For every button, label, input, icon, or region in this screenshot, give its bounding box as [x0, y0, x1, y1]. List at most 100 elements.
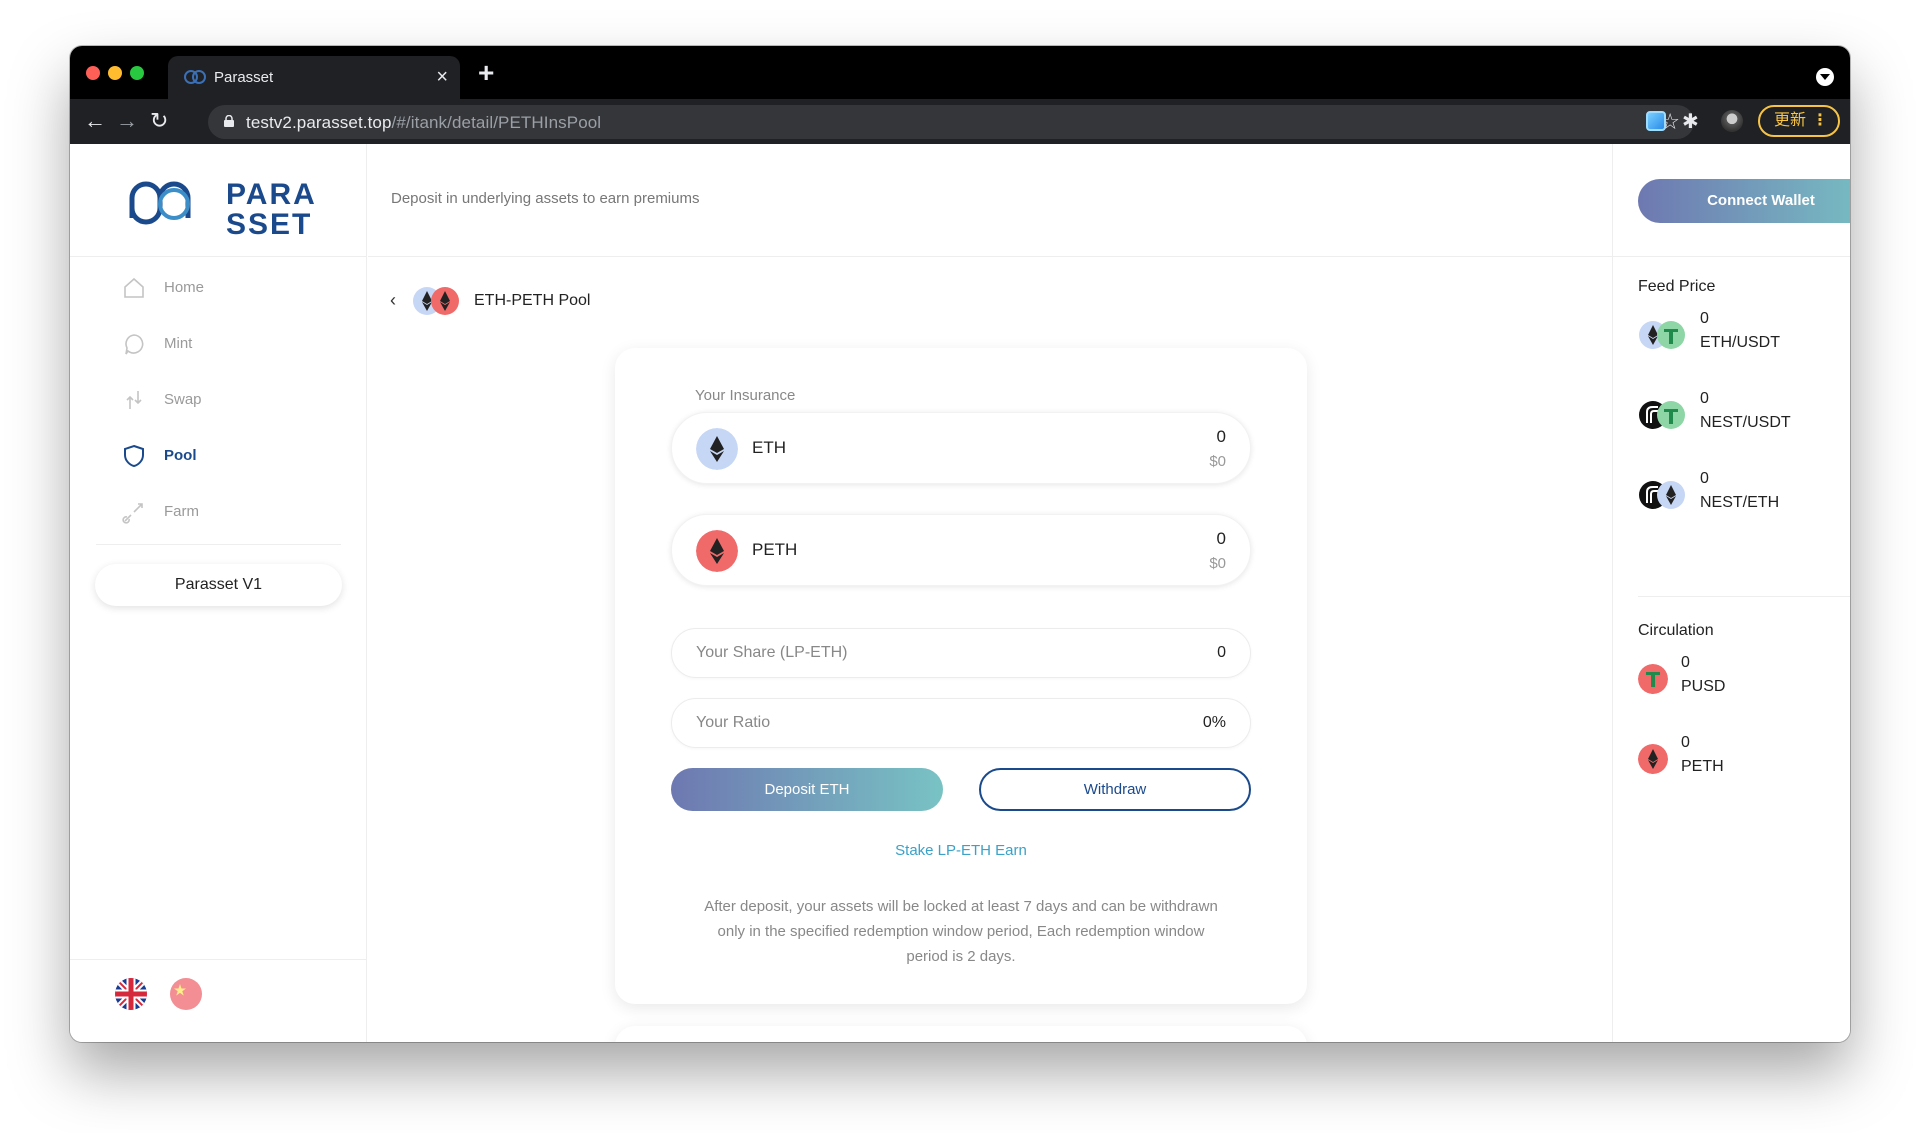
feed-pair: NEST/ETH — [1700, 494, 1780, 511]
shield-icon — [124, 444, 144, 468]
feed-value: 0 — [1700, 310, 1709, 327]
divider — [70, 256, 367, 257]
sidebar-item-farm[interactable]: Farm — [122, 498, 342, 528]
ratio-value: 0% — [1202, 714, 1226, 731]
new-tab-button[interactable]: + — [478, 58, 494, 88]
tab-strip: Parasset × + — [70, 46, 1850, 99]
circulation-item: 0 PETH — [1638, 734, 1838, 784]
svg-text:SSET: SSET — [226, 208, 312, 236]
divider — [368, 256, 1612, 257]
ratio-label: Your Ratio — [696, 714, 771, 731]
sidebar-item-pool[interactable]: Pool — [122, 442, 342, 472]
asset-value: 0 — [1216, 529, 1226, 548]
browser-toolbar: ← → ↻ testv2.parasset.top/#/itank/detail… — [70, 99, 1850, 144]
reload-icon[interactable]: ↻ — [150, 108, 168, 134]
address-bar[interactable]: testv2.parasset.top/#/itank/detail/PETHI… — [208, 105, 1694, 139]
share-row: Your Share (LP-ETH) 0 — [671, 628, 1251, 678]
tab-title: Parasset — [214, 69, 274, 86]
close-window-button[interactable] — [86, 66, 100, 80]
minimize-window-button[interactable] — [108, 66, 122, 80]
parasset-v1-button[interactable]: Parasset V1 — [95, 564, 342, 606]
pool-breadcrumb: ‹ ETH-PETH Pool — [390, 284, 650, 318]
asset-row-eth: ETH 0 $0 — [671, 412, 1251, 484]
feed-pair: ETH/USDT — [1700, 334, 1780, 351]
circulation-name: PUSD — [1681, 678, 1726, 695]
feed-value: 0 — [1700, 470, 1709, 487]
asset-value: 0 — [1216, 427, 1226, 446]
divider — [70, 959, 367, 960]
back-chevron-icon[interactable]: ‹ — [390, 290, 396, 311]
asset-usd-value: $0 — [1209, 555, 1226, 572]
divider — [1638, 596, 1850, 597]
eth-peth-pair-icon — [413, 287, 459, 315]
sidebar-item-mint[interactable]: Mint — [122, 330, 342, 360]
circulation-name: PETH — [1681, 758, 1724, 775]
feed-item: 0 NEST/USDT — [1638, 390, 1838, 440]
lock-icon — [224, 115, 234, 127]
back-arrow-icon[interactable]: ← — [84, 108, 106, 134]
uk-flag-icon[interactable] — [115, 978, 147, 1010]
sidebar-item-label: Mint — [164, 335, 193, 352]
right-panel: Connect Wallet Feed Price 0 ETH/USDT 0 N… — [1612, 144, 1850, 1042]
lock-notice: After deposit, your assets will be locke… — [704, 898, 1218, 965]
divider — [1613, 256, 1850, 257]
profile-avatar[interactable] — [1721, 110, 1743, 132]
url-text: testv2.parasset.top/#/itank/detail/PETHI… — [246, 113, 602, 132]
feed-item: 0 NEST/ETH — [1638, 470, 1838, 520]
pusd-icon — [1638, 664, 1668, 694]
asset-usd-value: $0 — [1209, 453, 1226, 470]
asset-row-peth: PETH 0 $0 — [671, 514, 1251, 586]
card-title: Your Insurance — [695, 387, 796, 404]
forward-arrow-icon[interactable]: → — [116, 108, 138, 134]
circulation-item: 0 PUSD — [1638, 654, 1838, 704]
circulation-value: 0 — [1681, 654, 1690, 671]
page: PARA SSET Home Mint Swap Pool Farm Paras… — [70, 144, 1850, 1042]
browser-window: Parasset × + ← → ↻ testv2.parasset.top/#… — [70, 46, 1850, 1042]
tab-search-icon[interactable] — [1816, 68, 1834, 86]
sidebar-item-home[interactable]: Home — [122, 274, 342, 304]
asset-name: ETH — [752, 438, 786, 457]
peth-icon — [1638, 744, 1668, 774]
deposit-eth-button[interactable]: Deposit ETH — [671, 768, 943, 811]
maximize-window-button[interactable] — [130, 66, 144, 80]
menu-dots-icon: ⋮ — [1812, 112, 1828, 129]
nest-eth-pair-icon — [1639, 481, 1685, 509]
feed-value: 0 — [1700, 390, 1709, 407]
circulation-value: 0 — [1681, 734, 1690, 751]
divider — [96, 544, 341, 545]
circulation-title: Circulation — [1638, 622, 1714, 639]
parasset-favicon-icon — [184, 70, 206, 84]
mint-icon — [125, 334, 144, 355]
share-value: 0 — [1217, 644, 1226, 661]
browser-tab[interactable]: Parasset × — [168, 56, 460, 99]
update-button[interactable]: 更新 ⋮ — [1758, 105, 1840, 137]
asset-name: PETH — [752, 540, 798, 559]
sidebar-item-label: Pool — [164, 447, 197, 464]
swap-icon — [126, 391, 142, 409]
sidebar-item-label: Farm — [164, 503, 199, 520]
sidebar-item-swap[interactable]: Swap — [122, 386, 342, 416]
home-icon — [124, 277, 144, 298]
puzzle-icon[interactable]: ✱ — [1682, 109, 1699, 134]
page-subtitle: Deposit in underlying assets to earn pre… — [391, 190, 700, 207]
sidebar-item-label: Home — [164, 279, 205, 296]
ratio-row: Your Ratio 0% — [671, 698, 1251, 748]
eth-icon — [696, 428, 738, 470]
feed-price-title: Feed Price — [1638, 278, 1716, 295]
svg-text:PARA: PARA — [226, 178, 316, 211]
withdraw-button[interactable]: Withdraw — [979, 768, 1251, 811]
stake-lp-link[interactable]: Stake LP-ETH Earn — [615, 842, 1307, 859]
sidebar-item-label: Swap — [164, 391, 202, 408]
feed-item: 0 ETH/USDT — [1638, 310, 1838, 360]
china-flag-icon[interactable] — [170, 978, 202, 1010]
tab-close-icon[interactable]: × — [436, 65, 448, 89]
farm-icon — [122, 503, 143, 524]
eth-usdt-pair-icon — [1639, 321, 1685, 349]
feed-pair: NEST/USDT — [1700, 414, 1791, 431]
parasset-logo: PARA SSET — [129, 178, 316, 236]
peth-icon — [696, 530, 738, 572]
extension-icon[interactable] — [1646, 111, 1666, 131]
connect-wallet-button[interactable]: Connect Wallet — [1638, 179, 1850, 223]
sidebar: PARA SSET Home Mint Swap Pool Farm Paras… — [70, 144, 367, 1042]
nest-usdt-pair-icon — [1639, 401, 1685, 429]
